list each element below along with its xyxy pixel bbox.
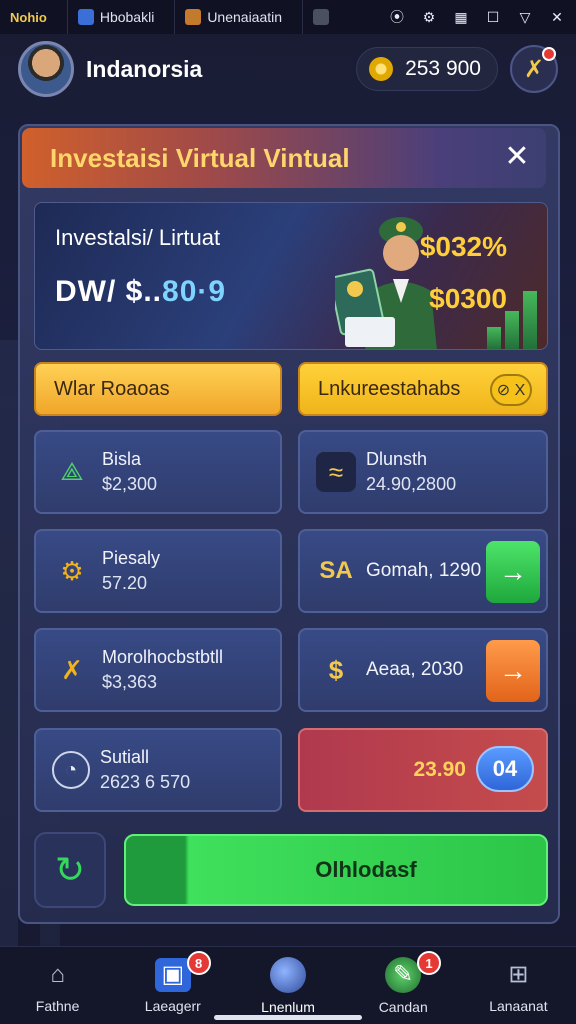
tab-right-badge[interactable]: ⊘ X: [490, 374, 532, 406]
nav-label: Fathne: [35, 997, 80, 1014]
tab-right[interactable]: Lnkureestahabs ⊘ X: [298, 362, 548, 416]
banner-value-2: $0300: [429, 283, 507, 314]
tab-icon: [77, 9, 94, 25]
window-tab-2[interactable]: Unenaiaatin: [174, 0, 292, 34]
asset-name: Piesaly: [102, 548, 161, 568]
asset-name: Morolhocbstbtll: [102, 647, 224, 667]
primary-action-label: Olhlodasf: [315, 857, 417, 882]
asset-label: Aeaa, 2030: [366, 659, 464, 680]
tab-icon: [313, 9, 330, 25]
close-button[interactable]: ✕: [500, 140, 534, 174]
globe-icon: [270, 956, 306, 993]
notification-badge: 8: [186, 951, 211, 975]
tab-left-label: Wlar Roaoas: [54, 377, 170, 400]
arrow-right-icon: →: [499, 655, 527, 686]
package-icon: ▣: [154, 957, 191, 992]
panel-title-bar: Investaisi Virtual Vintual: [22, 128, 546, 188]
banner-title: Investalsi/ Lirtuat: [55, 225, 221, 250]
asset-value: 2623 6 570: [100, 772, 191, 792]
asset-card-1[interactable]: ⟁ Bisla $2,300: [34, 430, 282, 514]
notification-badge: 1: [417, 951, 442, 975]
coin-amount: 253 900: [405, 57, 481, 80]
asset-value: 24.90,2800: [366, 474, 457, 494]
arrow-right-icon: →: [499, 556, 527, 587]
settings-icon[interactable]: ⚙: [420, 8, 438, 26]
nav-item-globe[interactable]: Lnenlum: [230, 947, 345, 1024]
nav-item-compass[interactable]: ✎ 1 Candan: [346, 947, 461, 1024]
refresh-button[interactable]: ↻: [34, 832, 106, 908]
portfolio-banner: Investalsi/ Lirtuat DW/ $..80·9 $032% $0…: [34, 202, 548, 350]
primary-action-button[interactable]: Olhlodasf: [124, 834, 548, 906]
buy-button[interactable]: →: [486, 541, 540, 603]
compass-icon: ✎: [385, 956, 422, 993]
nav-item-grid[interactable]: ⊞ Lanaanat: [461, 947, 576, 1024]
network-icon: ⟁: [60, 456, 84, 486]
username: Indanorsia: [86, 55, 203, 82]
panel-title: Investaisi Virtual Vintual: [50, 142, 350, 173]
nav-label: Lanaanat: [489, 997, 548, 1014]
window-icon[interactable]: ☐: [484, 8, 502, 26]
avatar[interactable]: [18, 41, 74, 97]
refresh-icon: ↻: [54, 849, 86, 890]
asset-name: Sutiall: [100, 747, 150, 767]
nav-label: Lnenlum: [261, 998, 315, 1015]
status-bar: Nohio Hbobakli Unenaiaatin ⦿ ⚙ ▦ ☐ ▽ ✕: [0, 0, 576, 34]
asset-card-4[interactable]: SA Gomah, 1290 →: [298, 529, 548, 613]
asset-label: Gomah, 1290: [366, 560, 482, 581]
asset-label: 23.90: [413, 758, 466, 781]
trade-button[interactable]: →: [486, 640, 540, 702]
tools-button[interactable]: ✗: [510, 45, 558, 93]
record-icon[interactable]: ⦿: [388, 8, 406, 26]
nav-label: Candan: [378, 998, 428, 1015]
tools-icon: ✗: [523, 55, 545, 83]
close-icon[interactable]: ✕: [548, 8, 566, 26]
home-indicator: [214, 1015, 362, 1020]
notification-dot: [542, 47, 556, 61]
player-header: Indanorsia 253 900 ✗: [0, 34, 576, 104]
tab-label: Hbobakli: [99, 9, 155, 25]
shield-icon[interactable]: ▽: [516, 8, 534, 26]
currency-icon: SA: [319, 557, 353, 584]
asset-card-6[interactable]: $ Aeaa, 2030 →: [298, 628, 548, 712]
balance-prefix: DW/ $..: [55, 275, 163, 308]
nav-item-package[interactable]: ▣ 8 Laeagerr: [115, 947, 230, 1024]
tab-label: Unenaiaatin: [207, 9, 283, 25]
asset-name: Dlunsth: [366, 449, 428, 469]
grid-icon: ⊞: [508, 961, 529, 988]
tab-icon: [185, 9, 202, 25]
tab-right-label: Lnkureestahabs: [318, 377, 461, 400]
banner-value-1: $032%: [419, 231, 507, 262]
tools-icon: ✗: [61, 654, 83, 685]
asset-card-8[interactable]: 23.90 04: [298, 728, 548, 812]
gauge-icon: ◔: [52, 751, 90, 789]
asset-card-7[interactable]: ◔ Sutiall 2623 6 570: [34, 728, 282, 812]
asset-value: 57.20: [102, 573, 148, 593]
asset-card-5[interactable]: ✗ Morolhocbstbtll $3,363: [34, 628, 282, 712]
asset-name: Bisla: [102, 449, 142, 469]
close-icon: ✕: [504, 140, 530, 173]
nav-item-home[interactable]: ⌂ Fathne: [0, 947, 115, 1024]
gear-icon: ⚙: [60, 555, 84, 586]
bottom-nav: ⌂ Fathne ▣ 8 Laeagerr Lnenlum ✎ 1 Candan…: [0, 946, 576, 1024]
asset-card-3[interactable]: ⚙ Piesaly 57.20: [34, 529, 282, 613]
window-tab-1[interactable]: Hbobakli: [66, 0, 164, 34]
tab-left[interactable]: Wlar Roaoas: [34, 362, 282, 416]
coin-balance[interactable]: 253 900: [356, 47, 498, 91]
trend-icon: ≈: [316, 452, 356, 492]
coin-icon: [369, 57, 394, 81]
investment-panel: Investaisi Virtual Vintual ✕ Investalsi/…: [18, 124, 560, 924]
count-button[interactable]: 04: [476, 746, 534, 792]
asset-card-2[interactable]: ≈ Dlunsth 24.90,2800: [298, 430, 548, 514]
app-name: Nohio: [10, 9, 47, 25]
asset-value: $3,363: [102, 672, 158, 692]
asset-value: $2,300: [102, 474, 158, 494]
balance-value: 80·9: [162, 275, 227, 308]
window-tab-3[interactable]: [302, 0, 339, 34]
nav-label: Laeagerr: [144, 997, 201, 1014]
dollar-icon: $: [328, 654, 344, 685]
home-icon: ⌂: [50, 960, 65, 988]
layout-icon[interactable]: ▦: [452, 8, 470, 26]
banner-balance: DW/ $..80·9: [55, 275, 226, 309]
tab-row: Wlar Roaoas Lnkureestahabs ⊘ X: [34, 362, 548, 418]
